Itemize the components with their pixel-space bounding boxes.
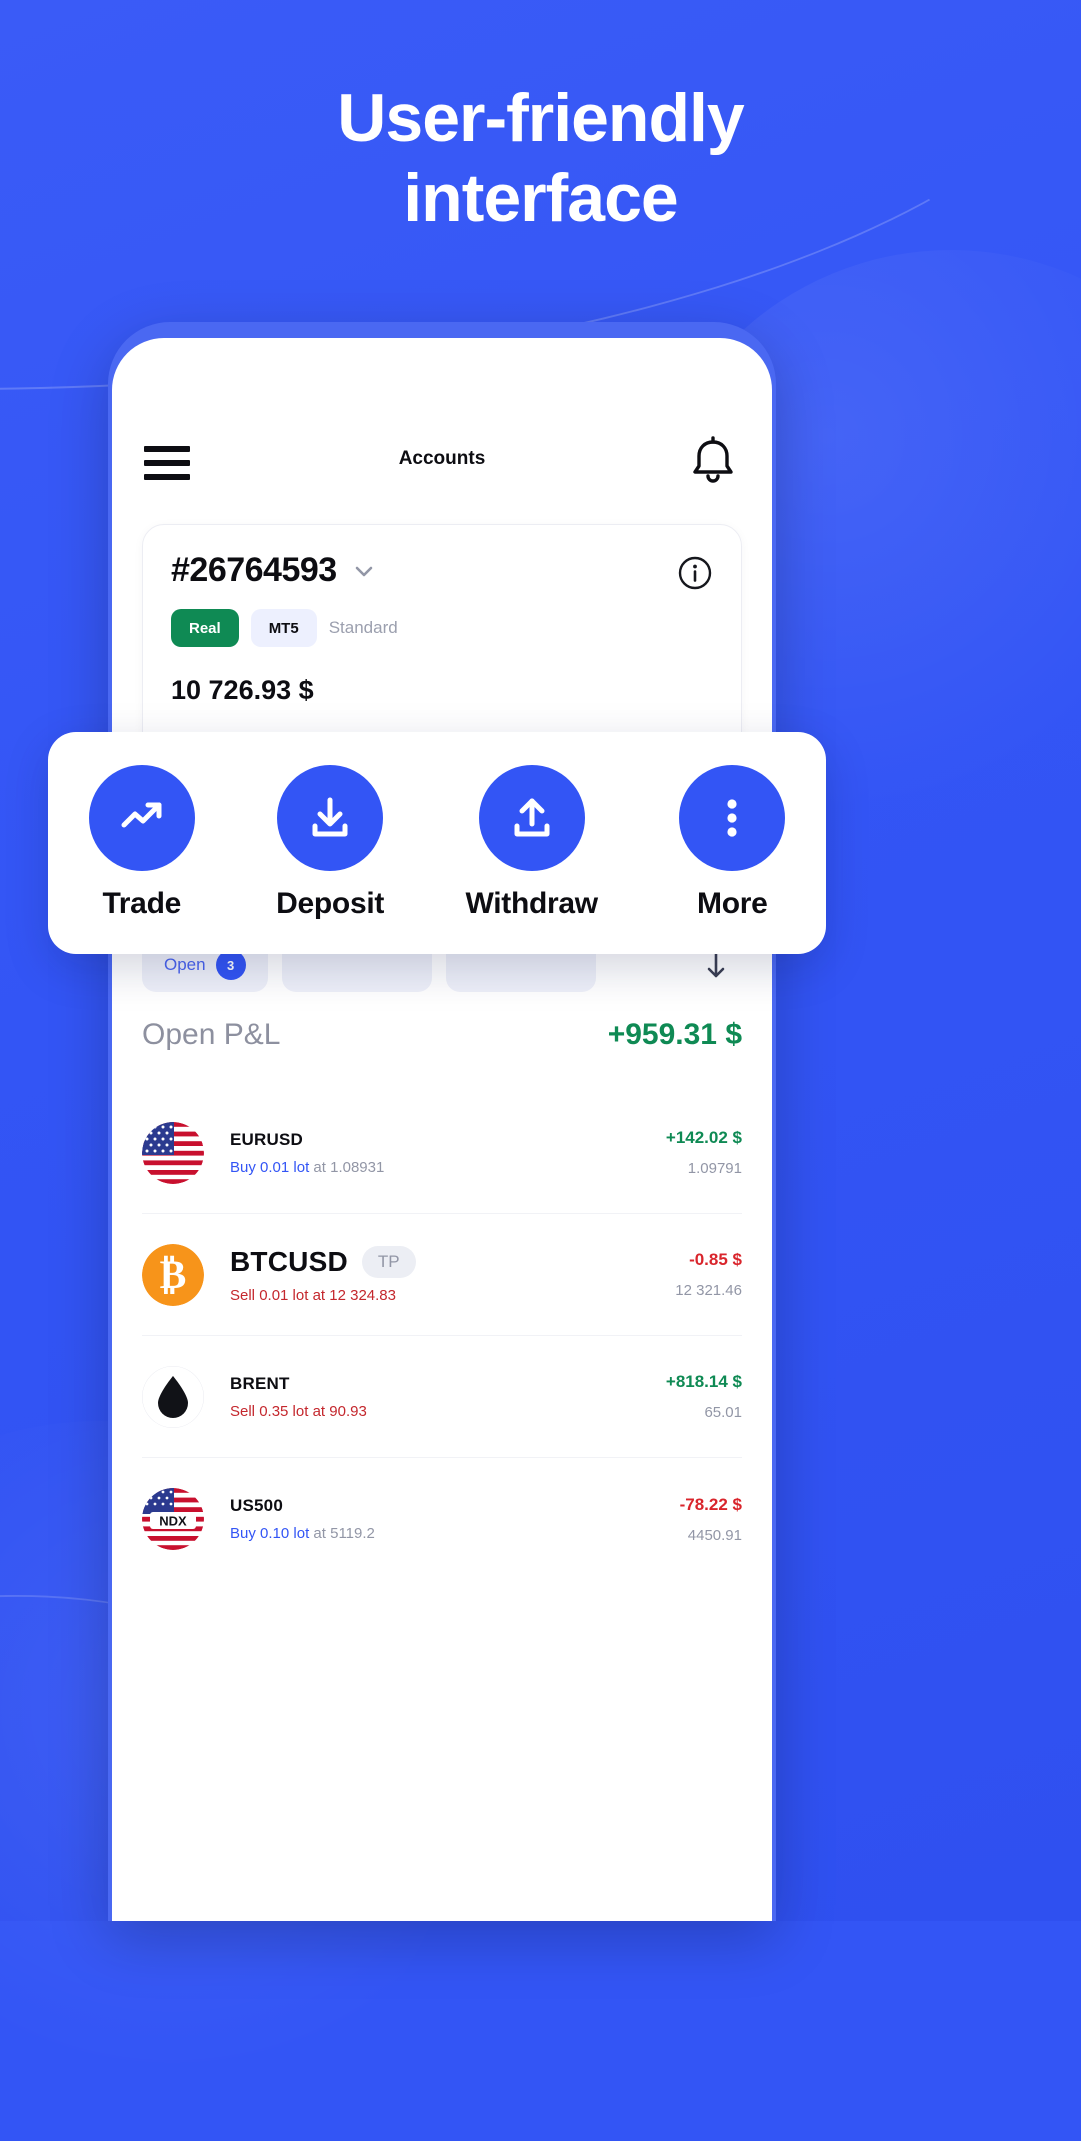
position-info: BTCUSD TP Sell 0.01 lot at 12 324.83 [204,1245,675,1304]
upload-icon [478,765,585,871]
badge-account-mode: Real [171,609,239,647]
table-row[interactable]: BRENT Sell 0.35 lot at 90.93 +818.14 $ 6… [142,1336,742,1458]
bitcoin-icon: ₿ [142,1243,204,1306]
svg-text:NDX: NDX [159,1514,187,1529]
position-detail: Buy 0.10 lot at 5119.2 [230,1525,680,1542]
chevron-down-icon[interactable] [351,558,377,584]
tab-open-label: Open [164,955,206,974]
badge-account-type: Standard [328,618,398,637]
open-pnl-header: Open P&L +959.31 $ [142,1018,742,1052]
position-info: BRENT Sell 0.35 lot at 90.93 [204,1374,666,1420]
ndx-flag-icon: NDX [142,1488,204,1550]
download-icon [277,765,384,871]
position-side: Buy [230,1158,256,1176]
bell-icon[interactable] [690,436,736,486]
position-pl: +818.14 $ [665,1372,742,1391]
position-open-price: at 90.93 [312,1402,367,1420]
action-more[interactable]: More [679,765,786,921]
trending-up-icon [88,765,195,871]
promo-headline: User-friendly interface [0,78,1081,238]
badge-platform: MT5 [250,609,317,647]
position-values: +818.14 $ 65.01 [666,1372,742,1421]
position-pl: +142.02 $ [665,1128,742,1147]
open-pnl-value: +959.31 $ [607,1018,742,1051]
account-balance: 10 726.93 $ [171,675,314,705]
account-number: #26764593 [171,551,337,589]
position-lots: 0.10 lot [260,1525,310,1542]
action-withdraw-label: Withdraw [465,887,599,920]
action-deposit-label: Deposit [276,887,385,920]
open-pnl-label: Open P&L [142,1018,281,1051]
page-title: Accounts [398,448,486,469]
headline-line-1: User-friendly [337,80,744,156]
action-deposit[interactable]: Deposit [276,765,384,921]
position-side: Buy [230,1525,256,1542]
position-values: -78.22 $ 4450.91 [680,1495,742,1544]
position-current-price: 65.01 [704,1404,742,1421]
oil-drop-icon [142,1365,204,1428]
position-pl: -0.85 $ [689,1250,742,1269]
position-open-price: at 12 324.83 [312,1286,396,1304]
position-current-price: 4450.91 [687,1526,742,1544]
position-lots: 0.01 lot [259,1286,309,1304]
position-side: Sell [230,1286,256,1304]
position-lots: 0.35 lot [259,1402,309,1420]
info-circle-icon[interactable] [677,555,713,591]
more-vertical-icon [679,765,786,871]
headline-line-2: interface [403,160,678,237]
action-trade[interactable]: Trade [88,765,195,921]
account-number-row[interactable]: #26764593 [171,551,377,590]
positions-list: EURUSD Buy 0.01 lot at 1.08931 +142.02 $… [142,1092,742,1580]
quick-actions-card: Trade Deposit Withdraw More [48,732,826,954]
position-open-price: at 5119.2 [313,1525,375,1542]
table-row[interactable]: EURUSD Buy 0.01 lot at 1.08931 +142.02 $… [142,1092,742,1214]
account-badges: Real MT5 Standard [171,609,398,647]
position-detail: Sell 0.01 lot at 12 324.83 [230,1287,675,1304]
position-symbol: EURUSD [230,1129,303,1149]
position-current-price: 1.09791 [687,1160,742,1177]
position-pl: -78.22 $ [679,1494,742,1514]
action-trade-label: Trade [102,887,181,920]
position-symbol: BRENT [230,1373,290,1393]
svg-text:₿: ₿ [160,1252,187,1297]
position-side: Sell [230,1402,256,1420]
position-symbol: US500 [230,1496,283,1515]
us-flag-icon [142,1121,204,1184]
table-row[interactable]: NDX US500 Buy 0.10 lot at 5119.2 -78.22 … [142,1458,742,1580]
position-detail: Sell 0.35 lot at 90.93 [230,1403,666,1420]
position-values: -0.85 $ 12 321.46 [675,1250,742,1299]
tab-open-count: 3 [215,950,246,980]
position-open-price: at 1.08931 [313,1158,385,1176]
table-row[interactable]: ₿ BTCUSD TP Sell 0.01 lot at 12 324.83 -… [142,1214,742,1336]
position-symbol: BTCUSD [230,1245,348,1277]
position-info: US500 Buy 0.10 lot at 5119.2 [204,1496,680,1542]
app-bar: Accounts [112,428,772,508]
position-detail: Buy 0.01 lot at 1.08931 [230,1159,666,1176]
position-lots: 0.01 lot [260,1158,310,1176]
position-values: +142.02 $ 1.09791 [666,1128,742,1177]
action-more-label: More [697,887,768,920]
position-current-price: 12 321.46 [675,1282,742,1299]
take-profit-chip: TP [361,1245,416,1278]
position-info: EURUSD Buy 0.01 lot at 1.08931 [204,1130,666,1176]
action-withdraw[interactable]: Withdraw [466,765,598,921]
